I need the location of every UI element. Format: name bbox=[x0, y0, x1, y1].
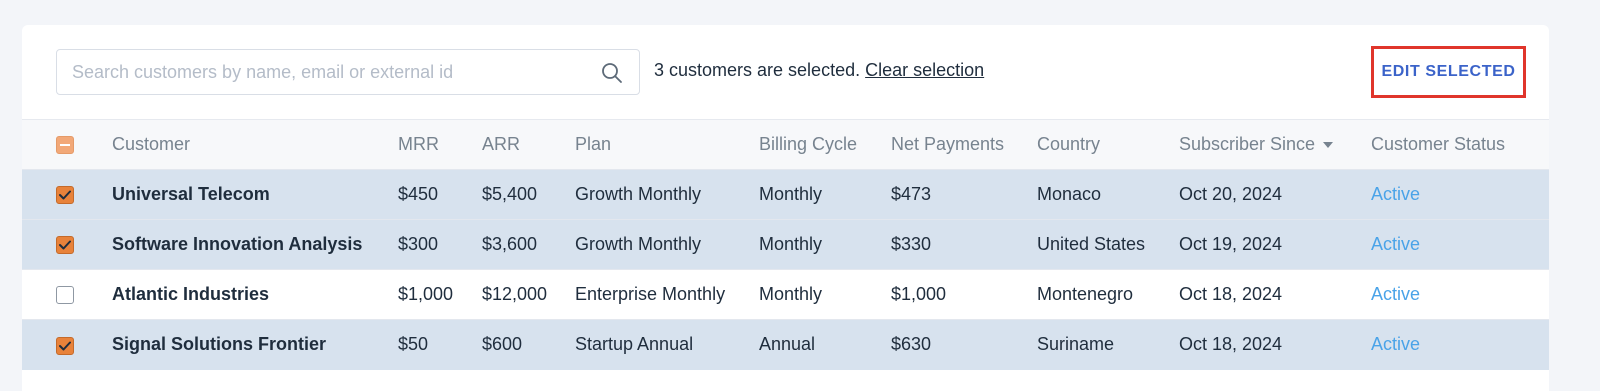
column-header-mrr[interactable]: MRR bbox=[398, 120, 482, 170]
cell-subscriber-since: Oct 18, 2024 bbox=[1179, 334, 1283, 355]
cell-status: Active bbox=[1371, 184, 1421, 204]
sort-descending-icon[interactable] bbox=[1323, 142, 1334, 149]
cell-billing-cycle: Monthly bbox=[759, 284, 823, 304]
cell-mrr: $300 bbox=[398, 234, 439, 254]
cell-plan: Growth Monthly bbox=[575, 184, 702, 204]
row-checkbox[interactable] bbox=[56, 236, 74, 255]
table-row[interactable]: Software Innovation Analysis $300 $3,600 Gr… bbox=[22, 219, 1549, 270]
cell-country: Monaco bbox=[1037, 184, 1102, 204]
selection-info: 3 customers are selected. Clear selectio… bbox=[654, 60, 984, 81]
cell-plan: Enterprise Monthly bbox=[575, 284, 726, 304]
column-header-customer-status[interactable]: Customer Status bbox=[1371, 120, 1549, 170]
cell-net-payments: $1,000 bbox=[891, 284, 947, 304]
cell-billing-cycle: Monthly bbox=[759, 234, 823, 254]
row-checkbox[interactable] bbox=[56, 286, 74, 305]
column-header-customer[interactable]: Customer bbox=[112, 120, 398, 170]
cell-country: United States bbox=[1037, 234, 1146, 254]
customers-card: 3 customers are selected. Clear selectio… bbox=[22, 25, 1549, 391]
cell-customer-name[interactable]: Universal Telecom bbox=[112, 170, 398, 220]
customers-table: Customer MRR ARR Plan Billing Cycle Net … bbox=[22, 119, 1549, 370]
table-row[interactable]: Atlantic Industries $1,000 $12,000 Enterpri… bbox=[22, 269, 1549, 320]
table-row[interactable]: Signal Solutions Frontier $50 $600 Startup … bbox=[22, 319, 1549, 370]
cell-mrr: $1,000 bbox=[398, 284, 454, 304]
cell-billing-cycle: Monthly bbox=[759, 184, 823, 204]
cell-subscriber-since: Oct 18, 2024 bbox=[1179, 284, 1283, 304]
cell-net-payments: $330 bbox=[891, 234, 932, 254]
cell-subscriber-since: Oct 19, 2024 bbox=[1179, 234, 1283, 254]
cell-country: Suriname bbox=[1037, 334, 1115, 355]
column-header-country[interactable]: Country bbox=[1037, 120, 1179, 170]
cell-customer-name[interactable]: Software Innovation Analysis bbox=[112, 220, 398, 270]
cell-billing-cycle: Annual bbox=[759, 334, 816, 355]
cell-mrr: $450 bbox=[398, 184, 439, 204]
cell-arr: $600 bbox=[482, 334, 523, 355]
cell-mrr: $50 bbox=[398, 334, 429, 355]
row-checkbox[interactable] bbox=[56, 336, 74, 355]
cell-net-payments: $473 bbox=[891, 184, 932, 204]
select-all-cell bbox=[22, 120, 112, 170]
column-header-arr[interactable]: ARR bbox=[482, 120, 575, 170]
cell-arr: $12,000 bbox=[482, 284, 548, 304]
table-body: Universal Telecom $450 $5,400 Growth Monthl… bbox=[22, 169, 1549, 370]
column-header-billing-cycle[interactable]: Billing Cycle bbox=[759, 120, 891, 170]
search-icon[interactable] bbox=[601, 62, 623, 84]
row-select-cell bbox=[22, 270, 112, 320]
cell-arr: $5,400 bbox=[482, 184, 538, 204]
cell-customer-name[interactable]: Signal Solutions Frontier bbox=[112, 320, 398, 370]
cell-status: Active bbox=[1371, 284, 1421, 304]
toolbar: 3 customers are selected. Clear selectio… bbox=[22, 25, 1549, 119]
cell-subscriber-since: Oct 20, 2024 bbox=[1179, 184, 1283, 204]
checkmark-icon bbox=[59, 240, 71, 250]
row-select-cell bbox=[22, 220, 112, 270]
cell-plan: Growth Monthly bbox=[575, 234, 702, 254]
row-checkbox[interactable] bbox=[56, 186, 74, 205]
edit-selected-button[interactable]: EDIT SELECTED bbox=[1371, 46, 1526, 98]
cell-status: Active bbox=[1371, 234, 1421, 254]
cell-arr: $3,600 bbox=[482, 234, 538, 254]
cell-plan: Startup Annual bbox=[575, 334, 694, 355]
cell-status: Active bbox=[1371, 334, 1421, 355]
cell-customer-name[interactable]: Atlantic Industries bbox=[112, 270, 398, 320]
cell-country: Montenegro bbox=[1037, 284, 1134, 304]
row-select-cell bbox=[22, 320, 112, 370]
row-select-cell bbox=[22, 170, 112, 220]
column-header-net-payments[interactable]: Net Payments bbox=[891, 120, 1037, 170]
column-header-subscriber-since[interactable]: Subscriber Since bbox=[1179, 120, 1371, 170]
select-all-checkbox[interactable] bbox=[56, 136, 74, 155]
cell-net-payments: $630 bbox=[891, 334, 932, 355]
column-header-plan[interactable]: Plan bbox=[575, 120, 759, 170]
selection-count-text: 3 customers are selected. bbox=[654, 60, 861, 80]
table-header-row: Customer MRR ARR Plan Billing Cycle Net … bbox=[22, 119, 1549, 170]
search-input[interactable] bbox=[57, 50, 587, 94]
table-row[interactable]: Universal Telecom $450 $5,400 Growth Monthl… bbox=[22, 169, 1549, 220]
checkmark-icon bbox=[59, 190, 71, 200]
checkmark-icon bbox=[59, 341, 71, 350]
column-header-subscriber-since-label: Subscriber Since bbox=[1179, 134, 1316, 154]
search-box[interactable] bbox=[56, 49, 640, 95]
clear-selection-link[interactable]: Clear selection bbox=[865, 60, 984, 80]
